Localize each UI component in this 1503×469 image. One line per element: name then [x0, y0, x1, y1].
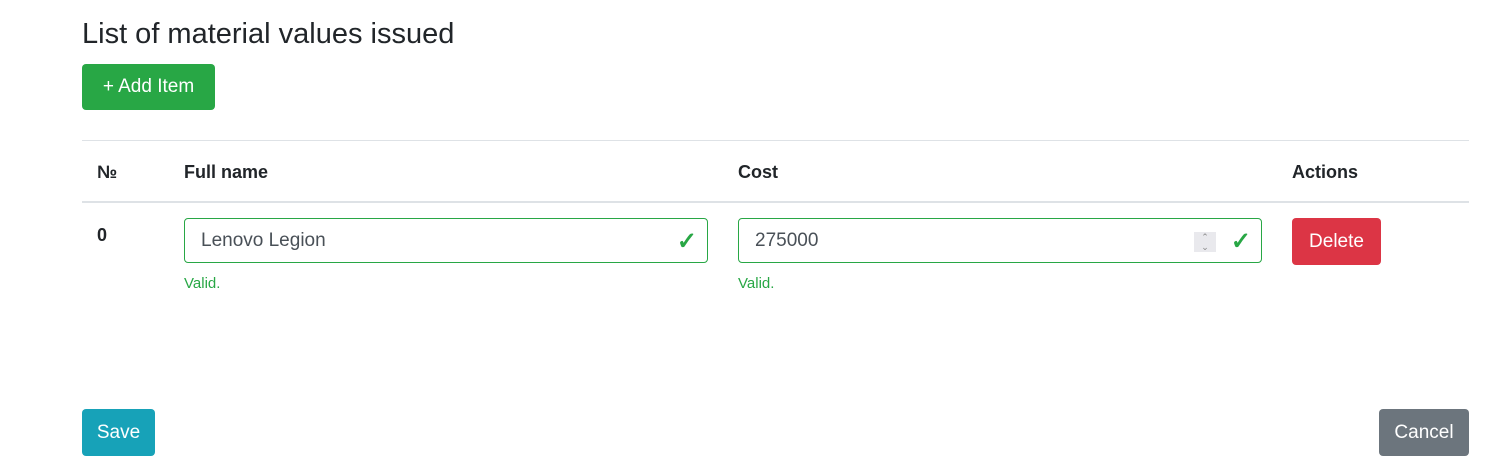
- full-name-feedback: Valid.: [184, 275, 221, 292]
- spinner-icon[interactable]: ⌃ ⌄: [1194, 232, 1216, 252]
- divider: [82, 140, 1469, 141]
- row-index: 0: [97, 225, 108, 245]
- cost-feedback: Valid.: [738, 275, 775, 292]
- check-icon: ✓: [1230, 228, 1251, 255]
- header-divider: [82, 201, 1469, 203]
- cost-value: 275000: [755, 229, 819, 251]
- delete-button[interactable]: Delete: [1292, 218, 1381, 265]
- header-actions: Actions: [1292, 162, 1359, 182]
- cancel-button[interactable]: Cancel: [1379, 409, 1469, 456]
- full-name-value: Lenovo Legion: [201, 229, 326, 251]
- header-number: №: [97, 162, 118, 182]
- header-cost: Cost: [738, 162, 778, 182]
- add-item-button[interactable]: + Add Item: [82, 64, 215, 110]
- save-button[interactable]: Save: [82, 409, 155, 456]
- check-icon: ✓: [676, 228, 697, 255]
- cost-input[interactable]: 275000 ⌃ ⌄ ✓: [738, 218, 1262, 263]
- page-title: List of material values issued: [82, 18, 455, 50]
- header-full-name: Full name: [184, 162, 269, 182]
- full-name-input[interactable]: Lenovo Legion ✓: [184, 218, 708, 263]
